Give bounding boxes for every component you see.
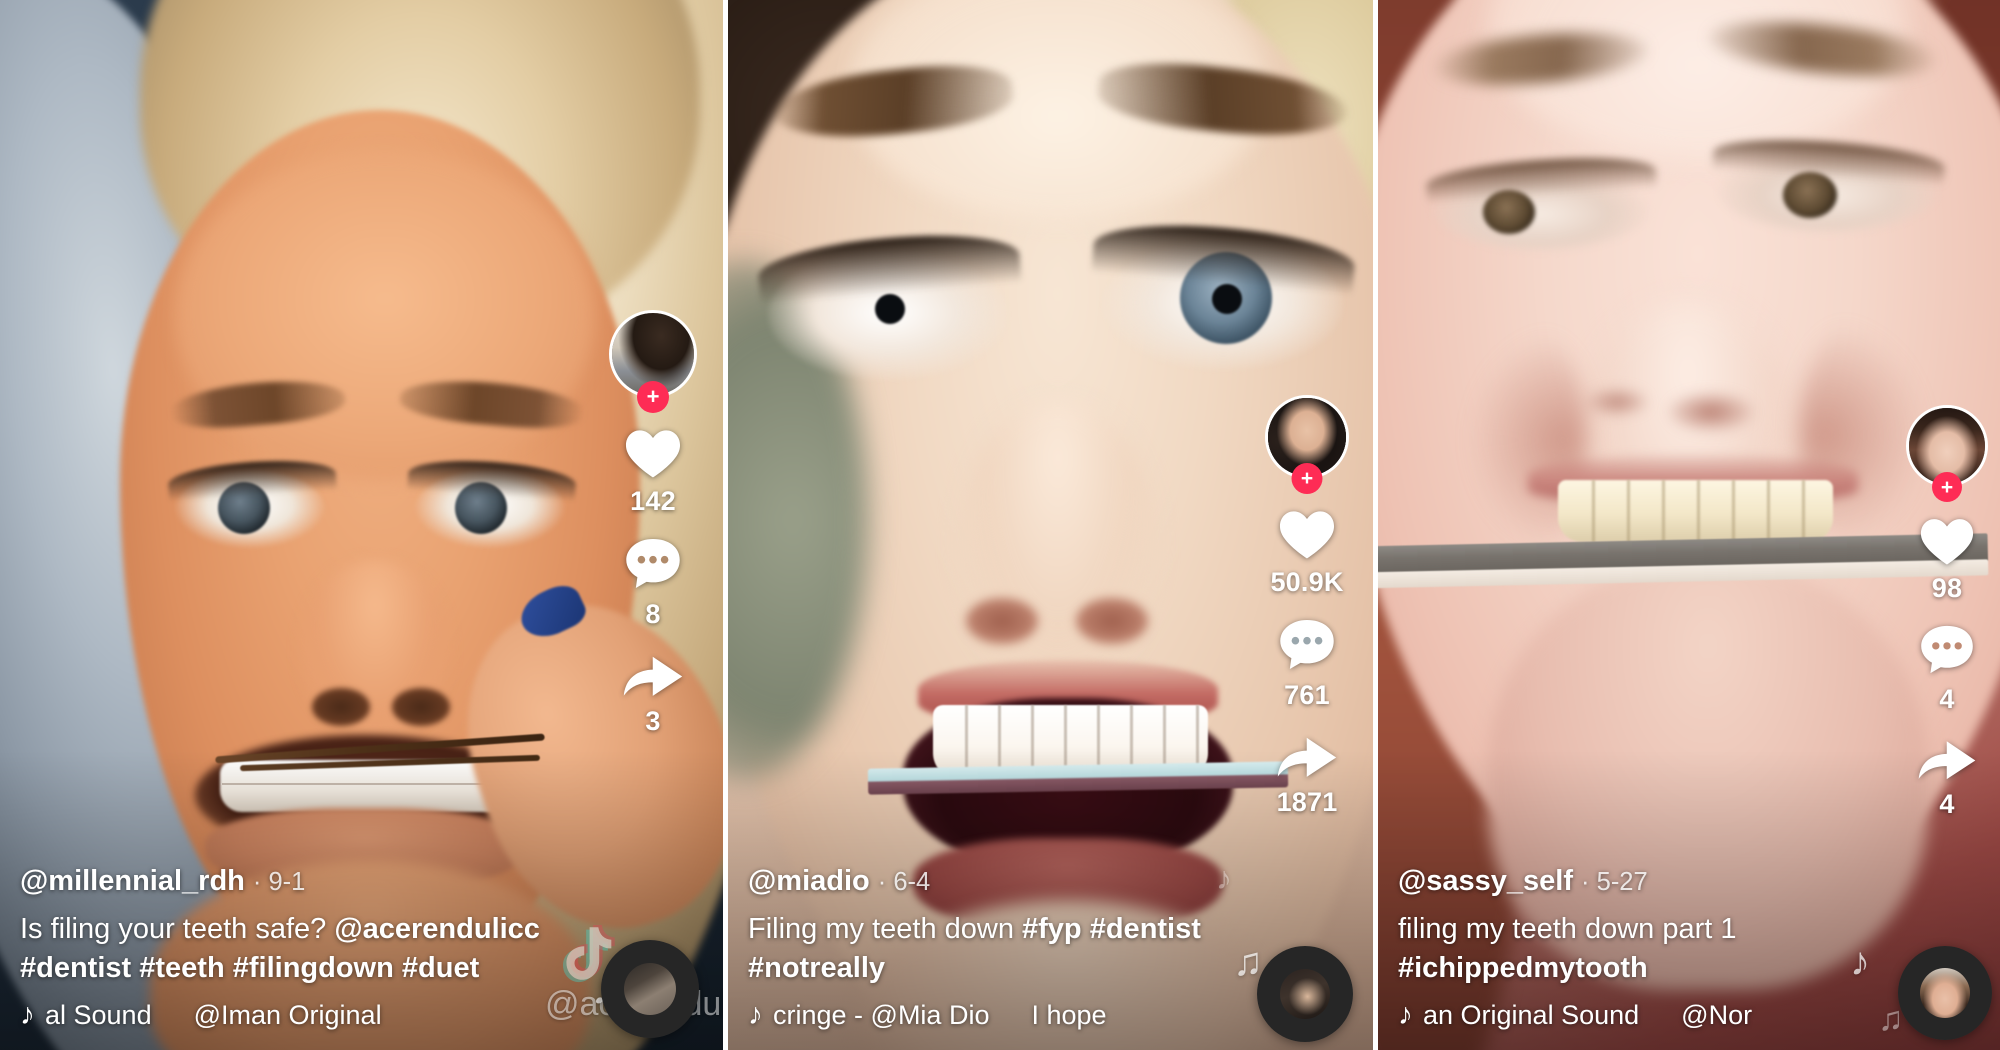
panel2-pupil-left	[875, 294, 905, 324]
share-count: 3	[645, 706, 661, 736]
comment-action[interactable]: 8	[622, 535, 684, 630]
panel3-iris-right	[1783, 172, 1837, 218]
panel3-caption: @sassy_self · 5-27 filing my teeth down …	[1378, 865, 2000, 1050]
like-count: 98	[1931, 573, 1963, 603]
panel1-mention[interactable]: @acerendulicc	[334, 913, 540, 945]
panel2-music-author[interactable]: I hope	[1031, 1000, 1106, 1031]
panel2-tag-2[interactable]: #dentist	[1090, 913, 1201, 945]
panel3-music-title[interactable]: an Original Sound	[1423, 1000, 1639, 1031]
panel3-nostril-right	[1668, 392, 1754, 432]
comment-count: 4	[1939, 684, 1955, 714]
panel3-disc-thumbnail-image	[1920, 968, 1970, 1018]
panel2-music-disc[interactable]	[1257, 946, 1353, 1042]
panel1-tag-4[interactable]: #duet	[402, 952, 479, 984]
panel1-tag-3[interactable]: #filingdown	[233, 952, 394, 984]
comment-bubble-icon[interactable]	[622, 535, 684, 593]
panel2-tag-1[interactable]: #fyp	[1022, 913, 1082, 945]
panel1-date: · 9-1	[252, 868, 306, 897]
panel1-tag-1[interactable]: #dentist	[20, 952, 131, 984]
panel3-floating-note-1: ♪	[1850, 940, 1870, 984]
panel2-desc-text: Filing my teeth down	[748, 913, 1023, 946]
panel1-music-title[interactable]: al Sound	[45, 1000, 152, 1031]
panel3-tag-1[interactable]: #ichippedmytooth	[1398, 952, 1648, 984]
panel1-disc-thumbnail	[624, 963, 676, 1015]
music-note-icon: ♪	[20, 998, 35, 1031]
video-panel-1[interactable]: @acerendulicc + 142	[0, 0, 723, 1050]
panel3-username[interactable]: @sassy_self	[1398, 865, 1573, 898]
panel2-music-title[interactable]: cringe - @Mia Dio	[773, 1000, 989, 1031]
comment-action[interactable]: 761	[1276, 616, 1338, 711]
panel2-date: · 6-4	[877, 868, 931, 897]
share-action[interactable]: 4	[1915, 733, 1979, 820]
panel2-tag-3[interactable]: #notreally	[748, 952, 885, 984]
comment-action[interactable]: 4	[1917, 622, 1977, 715]
comment-count: 761	[1284, 680, 1330, 710]
like-count: 142	[630, 486, 676, 516]
panel3-user-row[interactable]: @sassy_self · 5-27	[1398, 865, 1990, 898]
like-count: 50.9K	[1270, 567, 1344, 597]
tiktok-three-video-collage: @acerendulicc + 142	[0, 0, 2000, 1050]
panel1-disc-thumbnail-image	[624, 963, 676, 1015]
panel2-nostril-right	[1076, 598, 1148, 644]
share-count: 4	[1939, 789, 1955, 819]
follow-button[interactable]: +	[1932, 472, 1962, 502]
panel3-music-disc[interactable]	[1898, 946, 1992, 1040]
video-panel-2[interactable]: + 50.9K 761 1871 ♫ ♪ @miadio · 6-4 Filin…	[728, 0, 1373, 1050]
panel2-username[interactable]: @miadio	[748, 865, 870, 898]
panel2-nose	[958, 400, 1158, 690]
panel2-avatar-wrap[interactable]: +	[1265, 395, 1349, 494]
panel3-action-rail[interactable]: + 98 4 4	[1906, 405, 1988, 838]
share-action[interactable]: 1871	[1274, 729, 1340, 818]
share-arrow-icon[interactable]	[1274, 729, 1340, 781]
panel2-floating-note-2: ♪	[1216, 860, 1232, 896]
panel1-action-rail[interactable]: + 142 8 3	[609, 310, 697, 755]
panel2-disc-thumbnail-image	[1280, 969, 1330, 1019]
panel1-music-disc[interactable]	[601, 940, 699, 1038]
music-note-icon: ♪	[748, 998, 763, 1031]
comment-bubble-icon[interactable]	[1917, 622, 1977, 678]
panel1-user-row[interactable]: @millennial_rdh · 9-1	[20, 865, 703, 898]
heart-icon[interactable]	[622, 424, 684, 480]
like-action[interactable]: 142	[622, 424, 684, 517]
like-action[interactable]: 50.9K	[1270, 505, 1343, 598]
panel1-nostril-right	[392, 688, 450, 726]
share-action[interactable]: 3	[620, 648, 686, 737]
panel1-forehead	[175, 150, 595, 480]
panel3-disc-thumbnail	[1920, 968, 1970, 1018]
panel2-user-row[interactable]: @miadio · 6-4	[748, 865, 1353, 898]
panel1-desc-text: Is filing your teeth safe?	[20, 913, 335, 946]
share-arrow-icon[interactable]	[620, 648, 686, 700]
panel1-music-author[interactable]: @Iman Original	[194, 1000, 382, 1031]
heart-icon[interactable]	[1276, 505, 1338, 561]
panel3-teeth-gaps	[1560, 480, 1831, 542]
like-action[interactable]: 98	[1917, 513, 1977, 604]
comment-bubble-icon[interactable]	[1276, 616, 1338, 674]
panel2-action-rail[interactable]: + 50.9K 761 1871	[1265, 395, 1349, 836]
panel2-disc-thumbnail	[1280, 969, 1330, 1019]
panel1-tag-2[interactable]: #teeth	[139, 952, 224, 984]
panel1-nostril-left	[312, 688, 370, 726]
music-note-icon: ♪	[1398, 998, 1413, 1031]
panel3-desc-text: filing my teeth down part 1	[1398, 913, 1737, 946]
panel3-nostril-left	[1586, 388, 1648, 416]
panel3-music-author[interactable]: @Nor	[1681, 1000, 1752, 1031]
follow-button[interactable]: +	[1291, 463, 1323, 494]
follow-button[interactable]: +	[637, 381, 669, 413]
panel1-username[interactable]: @millennial_rdh	[20, 865, 245, 898]
panel1-avatar-wrap[interactable]: +	[609, 310, 697, 413]
share-count: 1871	[1276, 787, 1338, 817]
video-panel-3[interactable]: + 98 4 4 ♪ ♫ @sassy_self · 5-27 filing m…	[1378, 0, 2000, 1050]
panel2-pupil-right	[1212, 284, 1242, 314]
panel3-avatar-wrap[interactable]: +	[1906, 405, 1988, 502]
panel3-date: · 5-27	[1581, 868, 1648, 897]
comment-count: 8	[645, 599, 661, 629]
share-arrow-icon[interactable]	[1915, 733, 1979, 783]
heart-icon[interactable]	[1917, 513, 1977, 567]
panel2-nostril-left	[966, 598, 1038, 644]
